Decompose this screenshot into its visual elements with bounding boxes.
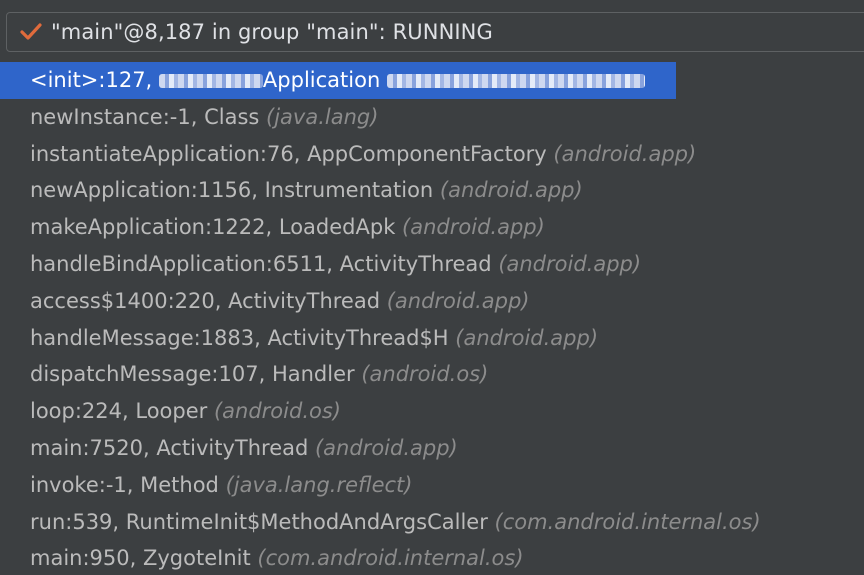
frame-class: ActivityThread$H	[267, 325, 456, 350]
frame-package: (android.app)	[314, 435, 458, 460]
frame-method: newApplication:1156,	[30, 178, 265, 203]
frame-method: access$1400:220,	[30, 288, 229, 313]
debugger-frames-panel: "main"@8,187 in group "main": RUNNING <i…	[0, 0, 864, 575]
frame-package: (android.app)	[498, 251, 642, 276]
stack-frame-row[interactable]: instantiateApplication:76, AppComponentF…	[0, 136, 864, 173]
frame-package: (android.app)	[455, 325, 599, 350]
frame-package: (android.app)	[386, 288, 530, 313]
stack-frame-row[interactable]: invoke:-1, Method (java.lang.reflect)	[0, 467, 864, 504]
frame-class: Class	[204, 104, 267, 129]
frame-class: ZygoteInit	[142, 546, 258, 571]
stack-frame-row[interactable]: newApplication:1156, Instrumentation (an…	[0, 172, 864, 209]
frame-package: (android.app)	[439, 178, 583, 203]
frame-method: main:950,	[30, 546, 143, 571]
check-icon	[19, 21, 45, 43]
stack-frame-row[interactable]: loop:224, Looper (android.os)	[0, 393, 864, 430]
frame-class: Handler	[271, 362, 362, 387]
stack-frame-row[interactable]: access$1400:220, ActivityThread (android…	[0, 283, 864, 320]
frame-class: LoadedApk	[278, 215, 403, 240]
thread-selector-dropdown[interactable]: "main"@8,187 in group "main": RUNNING	[6, 12, 864, 52]
redacted-class-prefix	[158, 74, 263, 88]
frame-package: (android.os)	[213, 399, 341, 424]
stack-frame-row[interactable]: <init>:127, Application	[0, 62, 676, 99]
frame-class: Application	[262, 68, 387, 92]
stack-frame-row[interactable]: main:7520, ActivityThread (android.app)	[0, 430, 864, 467]
stack-frame-row[interactable]: makeApplication:1222, LoadedApk (android…	[0, 209, 864, 246]
frame-method: run:539,	[30, 509, 126, 534]
frame-package: (android.app)	[553, 141, 697, 166]
frame-class: RuntimeInit$MethodAndArgsCaller	[125, 509, 495, 534]
frame-package: (com.android.internal.os)	[257, 546, 524, 571]
frame-method: newInstance:-1,	[30, 104, 205, 129]
frame-class: AppComponentFactory	[307, 141, 554, 166]
stack-frame-row[interactable]: handleBindApplication:6511, ActivityThre…	[0, 246, 864, 283]
frame-method: invoke:-1,	[30, 472, 141, 497]
frame-class: ActivityThread	[228, 288, 387, 313]
frame-package: (java.lang.reflect)	[225, 472, 413, 497]
frame-class: Looper	[135, 399, 214, 424]
frame-package: (android.app)	[402, 215, 545, 240]
frame-method: loop:224,	[30, 399, 136, 424]
stack-frame-row[interactable]: main:950, ZygoteInit (com.android.intern…	[0, 540, 864, 575]
frame-class: Instrumentation	[264, 178, 440, 203]
frame-class: ActivityThread	[339, 251, 499, 276]
frame-method: makeApplication:1222,	[30, 215, 279, 240]
frame-method: <init>:127,	[30, 68, 159, 92]
stack-frame-row[interactable]: run:539, RuntimeInit$MethodAndArgsCaller…	[0, 504, 864, 541]
frame-class: Method	[140, 472, 226, 497]
frame-package: (android.os)	[361, 362, 489, 387]
frame-class: ActivityThread	[156, 435, 315, 460]
frame-method: dispatchMessage:107,	[30, 362, 272, 387]
stack-frame-row[interactable]: newInstance:-1, Class (java.lang)	[0, 99, 864, 136]
frame-package: (java.lang)	[266, 104, 379, 129]
thread-label: "main"@8,187 in group "main": RUNNING	[51, 20, 493, 44]
stack-frame-row[interactable]: dispatchMessage:107, Handler (android.os…	[0, 356, 864, 393]
frame-method: handleMessage:1883,	[30, 325, 268, 350]
stack-frames-list: <init>:127, Application newInstance:-1, …	[0, 62, 864, 575]
frame-method: main:7520,	[30, 435, 157, 460]
stack-frame-row[interactable]: handleMessage:1883, ActivityThread$H (an…	[0, 320, 864, 357]
frame-package: (com.android.internal.os)	[494, 509, 761, 534]
redacted-package	[386, 74, 645, 88]
frame-method: handleBindApplication:6511,	[30, 251, 340, 276]
frame-method: instantiateApplication:76,	[30, 141, 308, 166]
